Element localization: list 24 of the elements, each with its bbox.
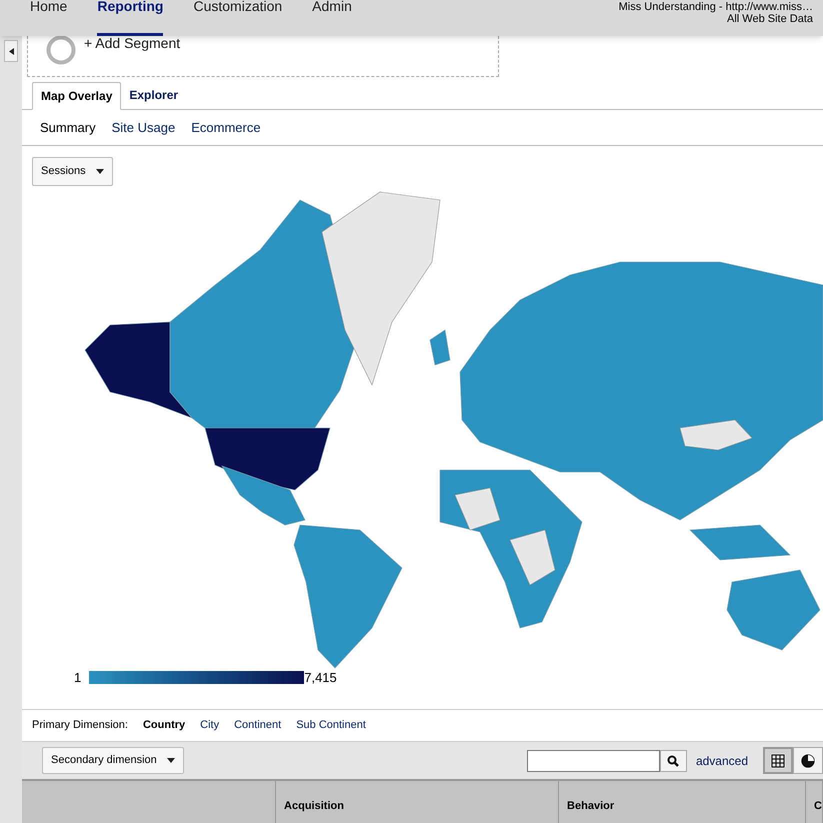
legend-max-value: 7,415 bbox=[304, 669, 337, 687]
nav-tab[interactable]: Home bbox=[30, 0, 68, 36]
secondary-dimension-dropdown[interactable]: Secondary dimension bbox=[42, 747, 184, 774]
account-name: Miss Understanding - http://www.miss… bbox=[618, 1, 813, 13]
nav-tab[interactable]: Customization bbox=[193, 0, 282, 36]
column-group-header: Acquisition bbox=[284, 800, 344, 812]
view-tab[interactable]: Map Overlay bbox=[32, 82, 122, 110]
dimension-link[interactable]: City bbox=[200, 717, 220, 734]
column-group-header: Behavior bbox=[567, 800, 614, 812]
subtab-link[interactable]: Summary bbox=[40, 118, 96, 138]
dimension-link[interactable]: Continent bbox=[234, 717, 282, 734]
dimension-link[interactable]: Sub Continent bbox=[296, 717, 366, 734]
sessions-dropdown[interactable]: Sessions bbox=[32, 157, 113, 186]
subtab-link[interactable]: Ecommerce bbox=[191, 118, 261, 138]
legend-min-value: 1 bbox=[74, 669, 82, 687]
primary-dimension-label: Primary Dimension: bbox=[32, 718, 128, 734]
view-tab[interactable]: Explorer bbox=[121, 81, 186, 109]
dimension-link[interactable]: Country bbox=[142, 717, 186, 734]
property-name: All Web Site Data bbox=[726, 13, 813, 25]
nav-tab[interactable]: Reporting bbox=[97, 0, 164, 36]
column-group-header: C bbox=[814, 800, 822, 812]
advanced-link[interactable]: advanced bbox=[696, 752, 748, 770]
nav-tab[interactable]: Admin bbox=[312, 0, 352, 36]
subtab-link[interactable]: Site Usage bbox=[112, 118, 176, 138]
